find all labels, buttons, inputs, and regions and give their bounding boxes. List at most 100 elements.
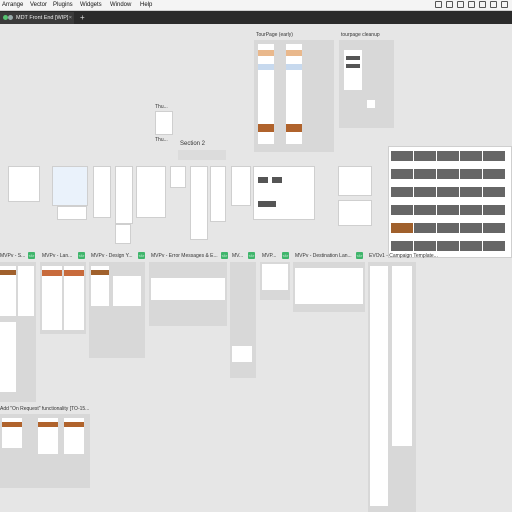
screen-thumbnail[interactable] [262, 264, 288, 290]
menu-window[interactable]: Window [110, 0, 131, 10]
frame-thumbnail[interactable] [136, 166, 166, 218]
design-canvas[interactable]: TourPage (early) tourpage cleanup Thu...… [0, 24, 512, 512]
screen-thumbnail[interactable] [91, 266, 109, 306]
screen-thumbnail[interactable] [64, 418, 84, 454]
frame-mvp[interactable] [260, 262, 290, 300]
frame-label[interactable]: Thu... [155, 137, 168, 143]
tray-app-icon[interactable] [435, 1, 442, 8]
frame-thumbnail[interactable] [210, 166, 226, 222]
screen-thumbnail[interactable] [258, 44, 274, 144]
menu-bar: Arrange Vector Plugins Widgets Window He… [0, 0, 512, 11]
frame-label[interactable]: MVPv - Lan... [42, 253, 72, 259]
tray-app-icon[interactable] [501, 1, 508, 8]
screen-thumbnail[interactable] [370, 266, 388, 506]
frame-label[interactable]: MVP... [262, 253, 276, 259]
menu-arrange[interactable]: Arrange [2, 0, 23, 10]
frame-label[interactable]: MVPv - Destination Lan... [295, 253, 352, 259]
code-icon[interactable]: </> [28, 252, 35, 259]
frame-mv[interactable] [230, 262, 256, 378]
system-tray [435, 1, 508, 8]
frame-thumbnail[interactable] [253, 166, 315, 220]
section-2-frame[interactable] [178, 150, 226, 160]
frame-tourpage-early[interactable] [254, 40, 334, 152]
image-placeholder [2, 422, 22, 427]
frame-thumbnail[interactable] [170, 166, 186, 188]
menu-widgets[interactable]: Widgets [80, 0, 102, 10]
frame-image-grid[interactable] [388, 146, 512, 258]
screen-thumbnail[interactable] [367, 100, 375, 108]
frame-mvpv-landing[interactable] [40, 262, 86, 334]
tray-app-icon[interactable] [457, 1, 464, 8]
frame-on-request-functionality[interactable] [0, 414, 90, 488]
screen-thumbnail[interactable] [0, 322, 16, 392]
frame-label[interactable]: MVPv - Error Messages & E... [151, 253, 218, 259]
frame-label-tourpage-cleanup[interactable]: tourpage cleanup [341, 32, 380, 38]
code-icon[interactable]: </> [138, 252, 145, 259]
image-grid-row [391, 205, 505, 215]
menu-help[interactable]: Help [140, 0, 152, 10]
frame-thu[interactable] [155, 111, 173, 135]
image-placeholder [272, 177, 282, 183]
image-placeholder [258, 177, 268, 183]
tab-title: MDT Front End [WIP] [16, 15, 69, 21]
screen-thumbnail[interactable] [42, 266, 62, 330]
frame-evov1-campaign-template[interactable] [368, 262, 416, 512]
frame-thumbnail[interactable] [115, 224, 131, 244]
frame-mvpv-error-messages[interactable] [149, 262, 227, 326]
image-placeholder [0, 270, 16, 275]
screen-thumbnail[interactable] [38, 418, 58, 454]
screen-thumbnail[interactable] [113, 276, 141, 306]
screen-thumbnail[interactable] [2, 418, 22, 448]
frame-thumbnail[interactable] [52, 166, 88, 206]
tray-app-icon[interactable] [446, 1, 453, 8]
frame-label[interactable]: Thu... [155, 104, 168, 110]
frame-thumbnail[interactable] [190, 166, 208, 240]
frame-tourpage-cleanup[interactable] [339, 40, 394, 128]
frame-label[interactable]: Add "On Request" functionality [TO-15... [0, 406, 89, 412]
frame-thumbnail[interactable] [115, 166, 133, 224]
frame-mvpv[interactable] [0, 262, 36, 402]
tray-app-icon[interactable] [490, 1, 497, 8]
frame-thumbnail[interactable] [338, 200, 372, 226]
code-icon[interactable]: </> [356, 252, 363, 259]
image-grid-row [391, 169, 505, 179]
new-tab-button[interactable]: + [80, 11, 85, 24]
frame-mvpv-design[interactable] [89, 262, 145, 358]
screen-thumbnail[interactable] [64, 266, 84, 330]
tray-app-icon[interactable] [468, 1, 475, 8]
screen-thumbnail[interactable] [344, 50, 362, 90]
code-icon[interactable]: </> [221, 252, 228, 259]
frame-label[interactable]: MVPv - Design Y... [91, 253, 133, 259]
frame-thumbnail[interactable] [93, 166, 111, 218]
frame-thumbnail[interactable] [8, 166, 40, 202]
screen-thumbnail[interactable] [18, 266, 34, 316]
screen-thumbnail[interactable] [0, 266, 16, 316]
frame-thumbnail[interactable] [57, 206, 87, 220]
frame-thumbnail[interactable] [338, 166, 372, 196]
frame-mvpv-destination-landing[interactable] [293, 262, 365, 312]
image-placeholder [258, 64, 274, 70]
frame-label[interactable]: MVPv - S... [0, 253, 25, 259]
screen-thumbnail[interactable] [392, 266, 412, 446]
code-icon[interactable]: </> [78, 252, 85, 259]
close-icon[interactable]: × [69, 12, 72, 24]
image-placeholder [38, 422, 58, 427]
tray-app-icon[interactable] [479, 1, 486, 8]
image-placeholder [346, 56, 360, 60]
image-grid-row [391, 241, 505, 251]
screen-thumbnail[interactable] [295, 268, 363, 304]
menu-vector[interactable]: Vector [30, 0, 47, 10]
frame-thumbnail[interactable] [231, 166, 251, 206]
image-placeholder [346, 64, 360, 68]
tab-file[interactable]: MDT Front End [WIP] × [0, 12, 74, 24]
code-icon[interactable]: </> [248, 252, 255, 259]
screen-thumbnail[interactable] [286, 44, 302, 144]
section-label[interactable]: Section 2 [180, 141, 205, 147]
screen-thumbnail[interactable] [151, 278, 225, 300]
frame-label-tourpage-early[interactable]: TourPage (early) [256, 32, 293, 38]
frame-label[interactable]: MV... [232, 253, 243, 259]
screen-thumbnail[interactable] [232, 346, 252, 362]
code-icon[interactable]: </> [282, 252, 289, 259]
menu-plugins[interactable]: Plugins [53, 0, 73, 10]
frame-label[interactable]: EVOv1 - Campaign Template... [369, 253, 438, 259]
